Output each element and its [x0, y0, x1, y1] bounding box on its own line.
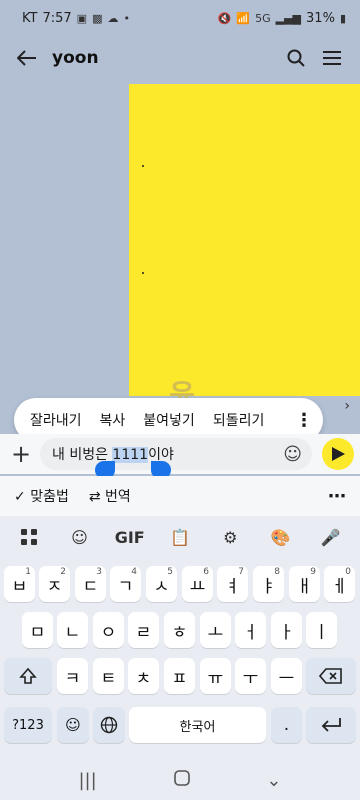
key-r[interactable]: ㄹ: [128, 612, 159, 648]
bubble-dot: [142, 165, 144, 167]
menu-button[interactable]: [314, 40, 350, 76]
spellcheck-button[interactable]: ✓ 맞춤법: [14, 486, 69, 506]
scroll-hint-icon[interactable]: ›: [344, 398, 350, 414]
message-text[interactable]: 내 비벙은 1111이야: [52, 444, 283, 464]
sticker-icon[interactable]: ☺: [61, 519, 97, 555]
emoji-key[interactable]: ☺: [57, 707, 89, 743]
back-button[interactable]: [10, 50, 44, 66]
key-u[interactable]: ㅜ: [235, 658, 266, 694]
selected-text[interactable]: 1111: [112, 447, 149, 463]
key-a[interactable]: ㅏ: [271, 612, 302, 648]
key-s[interactable]: 5ㅅ: [146, 566, 177, 602]
backspace-key[interactable]: [306, 658, 356, 694]
palette-icon[interactable]: 🎨: [263, 519, 299, 555]
send-button[interactable]: [322, 438, 354, 470]
key-ae[interactable]: 9ㅐ: [289, 566, 320, 602]
search-icon: [287, 49, 305, 67]
key-eo[interactable]: ㅓ: [235, 612, 266, 648]
carrier-label: KT: [22, 10, 38, 26]
key-yeo[interactable]: 7ㅕ: [217, 566, 248, 602]
recents-icon[interactable]: |||: [78, 770, 96, 791]
settings-gear-icon[interactable]: ⚙: [212, 519, 248, 555]
message-input-row: + 내 비벙은 1111이야 ☺: [0, 434, 360, 474]
send-icon: [332, 447, 345, 461]
globe-icon: [100, 716, 118, 734]
message-bubble[interactable]: [129, 84, 360, 396]
home-icon[interactable]: [173, 769, 190, 791]
shift-key[interactable]: [4, 658, 52, 694]
key-d[interactable]: 3ㄷ: [75, 566, 106, 602]
chat-area[interactable]: 윤 ›: [0, 80, 360, 434]
key-row-2: ㅁ ㄴ ㅇ ㄹ ㅎ ㅗ ㅓ ㅏ ㅣ: [0, 612, 360, 648]
key-row-3: ㅋ ㅌ ㅊ ㅍ ㅠ ㅜ ㅡ: [0, 658, 360, 694]
system-nav-bar: ||| ⌄: [0, 760, 360, 800]
cloud-icon: ☁: [107, 11, 119, 25]
attach-plus-button[interactable]: +: [6, 439, 36, 469]
key-o[interactable]: ㅗ: [200, 612, 231, 648]
search-button[interactable]: [278, 40, 314, 76]
chat-title: yoon: [52, 48, 99, 68]
copy-menu-item[interactable]: 복사: [100, 410, 126, 430]
cut-menu-item[interactable]: 잘라내기: [30, 410, 82, 430]
key-row-1: 1ㅂ 2ㅈ 3ㄷ 4ㄱ 5ㅅ 6ㅛ 7ㅕ 8ㅑ 9ㅐ 0ㅔ: [0, 566, 360, 602]
status-bar: KT 7:57 ▣ ▩ ☁ • 🔇 📶 5G ▂▄▆ 31% ▮: [0, 0, 360, 36]
gallery-icon: ▩: [92, 11, 103, 25]
network-badge: 5G: [255, 11, 271, 25]
paste-menu-item[interactable]: 붙여넣기: [143, 410, 195, 430]
mute-icon: 🔇: [217, 11, 232, 25]
key-eu[interactable]: ㅡ: [271, 658, 302, 694]
shift-icon: [19, 667, 37, 684]
key-ng[interactable]: ㅇ: [93, 612, 124, 648]
translate-button[interactable]: ⇄ 번역: [89, 486, 131, 506]
gif-button[interactable]: GIF: [112, 519, 148, 555]
key-ya[interactable]: 8ㅑ: [253, 566, 284, 602]
key-k[interactable]: ㅋ: [57, 658, 88, 694]
backspace-icon: [319, 668, 342, 684]
clipboard-icon[interactable]: 📋: [162, 519, 198, 555]
key-e[interactable]: 0ㅔ: [324, 566, 355, 602]
bubble-dot: [142, 272, 144, 274]
key-n[interactable]: ㄴ: [57, 612, 88, 648]
symbols-key[interactable]: ?123: [4, 707, 52, 743]
space-key[interactable]: 한국어: [129, 707, 266, 743]
key-h[interactable]: ㅎ: [164, 612, 195, 648]
keyboard-toolbar: ☺ GIF 📋 ⚙ 🎨 🎤: [0, 516, 360, 558]
hamburger-icon: [323, 51, 341, 65]
emoji-icon[interactable]: ☺: [283, 444, 302, 465]
key-b[interactable]: 1ㅂ: [4, 566, 35, 602]
key-j[interactable]: 2ㅈ: [39, 566, 70, 602]
battery-level: 31%: [306, 10, 335, 26]
key-m[interactable]: ㅁ: [22, 612, 53, 648]
battery-icon: ▮: [339, 11, 346, 25]
period-key[interactable]: .: [271, 707, 302, 743]
key-row-4: ?123 ☺ 한국어 .: [0, 707, 360, 743]
key-yo[interactable]: 6ㅛ: [182, 566, 213, 602]
notification-dot-icon: •: [123, 11, 130, 25]
enter-icon: [321, 718, 341, 732]
chat-header: yoon: [0, 36, 360, 80]
key-t[interactable]: ㅌ: [93, 658, 124, 694]
microphone-icon[interactable]: 🎤: [313, 519, 349, 555]
message-input[interactable]: 내 비벙은 1111이야 ☺: [40, 438, 312, 470]
key-yu[interactable]: ㅠ: [200, 658, 231, 694]
key-ch[interactable]: ㅊ: [128, 658, 159, 694]
language-globe-key[interactable]: [93, 707, 125, 743]
keyboard-suggest-bar: ✓ 맞춤법 ⇄ 번역 ⋯: [0, 476, 360, 516]
key-p[interactable]: ㅍ: [164, 658, 195, 694]
signal-icon: ▂▄▆: [275, 11, 302, 25]
more-vert-icon[interactable]: ⋮: [295, 410, 313, 431]
undo-menu-item[interactable]: 되돌리기: [213, 410, 265, 430]
enter-key[interactable]: [306, 707, 356, 743]
wifi-icon: 📶: [236, 11, 251, 25]
back-nav-icon[interactable]: ⌄: [266, 770, 281, 791]
keyboard: ☺ GIF 📋 ⚙ 🎨 🎤 1ㅂ 2ㅈ 3ㄷ 4ㄱ 5ㅅ 6ㅛ 7ㅕ 8ㅑ 9ㅐ…: [0, 516, 360, 760]
apps-grid-icon[interactable]: [11, 519, 47, 555]
key-i[interactable]: ㅣ: [306, 612, 337, 648]
key-g[interactable]: 4ㄱ: [110, 566, 141, 602]
more-horiz-icon[interactable]: ⋯: [328, 486, 346, 507]
clock: 7:57: [42, 10, 72, 26]
message-icon: ▣: [76, 11, 88, 25]
arrow-left-icon: [17, 50, 36, 66]
